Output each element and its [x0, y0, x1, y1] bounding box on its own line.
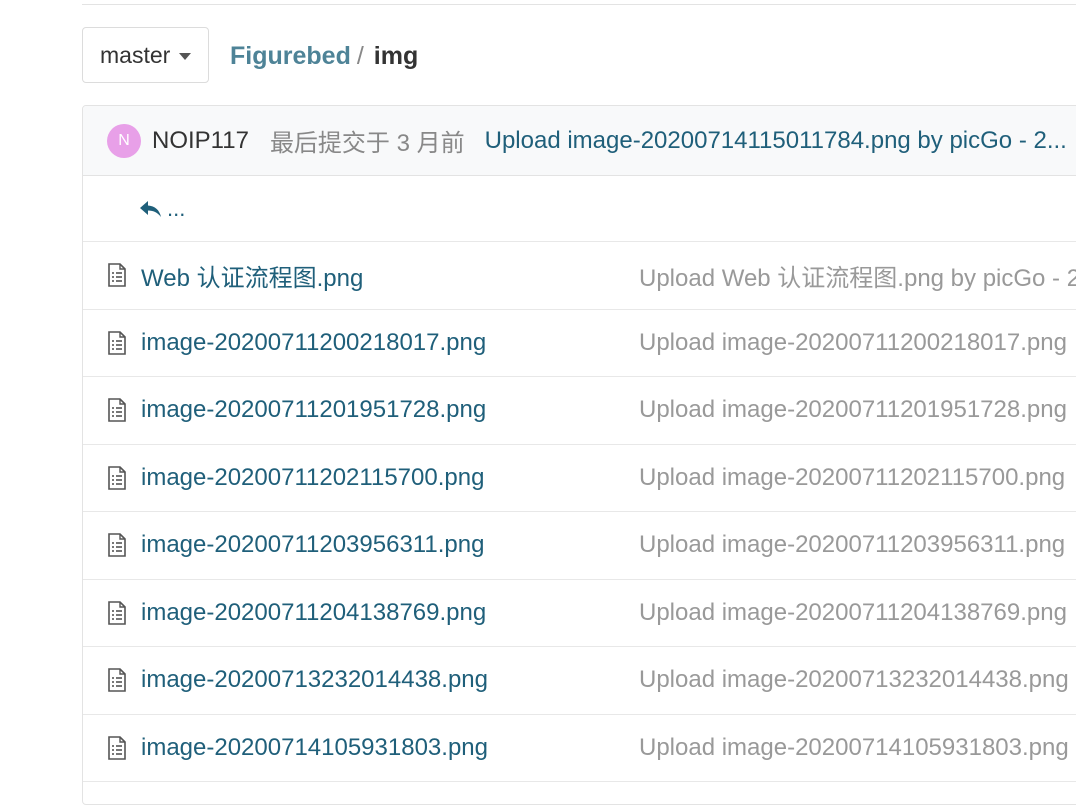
file-icon [108, 600, 126, 625]
branch-selector[interactable]: master [82, 27, 209, 83]
file-commit-message[interactable]: Upload image-20200711204138769.png [639, 599, 1067, 627]
file-name-link[interactable]: image-20200711204138769.png [141, 599, 486, 627]
file-icon [108, 533, 126, 558]
breadcrumb-current-dir: img [373, 42, 419, 70]
top-border [82, 0, 1076, 5]
caret-down-icon [179, 52, 192, 60]
avatar-letter: N [118, 131, 130, 149]
parent-directory-row[interactable]: ... [83, 176, 1076, 242]
file-name-link[interactable]: image-20200714105931803.png [141, 734, 488, 762]
file-icon [108, 330, 126, 355]
file-row[interactable]: image-20200711202115700.png Upload image… [83, 445, 1076, 512]
file-row[interactable]: image-20200713232014438.png Upload image… [83, 647, 1076, 715]
file-name-link[interactable]: image-20200711203956311.png [141, 531, 484, 559]
file-row[interactable]: image-20200711200218017.png Upload image… [83, 310, 1076, 377]
breadcrumb-repo-link[interactable]: Figurebed [230, 42, 351, 71]
file-commit-message[interactable]: Upload image-20200711201951728.png [639, 396, 1067, 424]
branch-label: master [100, 41, 171, 68]
breadcrumb: Figurebed / img [230, 42, 418, 71]
commit-author[interactable]: NOIP117 [152, 127, 249, 155]
parent-directory-link[interactable]: ... [139, 196, 185, 222]
file-commit-message[interactable]: Upload image-20200713232014438.png [639, 666, 1069, 694]
file-icon [108, 398, 126, 423]
file-row[interactable]: image-20200711201951728.png Upload image… [83, 377, 1076, 445]
file-commit-message[interactable]: Upload image-20200711200218017.png [639, 329, 1067, 357]
avatar[interactable]: N [107, 123, 141, 158]
file-row[interactable]: image-20200711204138769.png Upload image… [83, 580, 1076, 647]
file-icon [108, 465, 126, 490]
file-list: N NOIP117 最后提交于 3 月前 Upload image-202007… [82, 105, 1076, 805]
file-commit-message[interactable]: Upload image-20200711203956311.png [639, 531, 1065, 559]
breadcrumb-separator: / [356, 42, 364, 70]
file-icon [108, 263, 126, 288]
file-row[interactable]: Web 认证流程图.png Upload Web 认证流程图.png by pi… [83, 242, 1076, 310]
parent-directory-label: ... [167, 195, 186, 221]
file-name-link[interactable]: image-20200711200218017.png [141, 329, 486, 357]
file-icon [108, 668, 126, 693]
file-name-link[interactable]: image-20200711202115700.png [141, 464, 484, 492]
file-name-link[interactable]: image-20200713232014438.png [141, 666, 488, 694]
file-row[interactable]: image-20200711203956311.png Upload image… [83, 512, 1076, 580]
commit-time: 最后提交于 3 月前 [269, 130, 465, 157]
file-commit-message[interactable]: Upload image-20200714105931803.png [639, 734, 1069, 762]
file-name-link[interactable]: image-20200711201951728.png [141, 396, 486, 424]
file-row[interactable]: image-20200714105931803.png Upload image… [83, 715, 1076, 782]
latest-commit-bar: N NOIP117 最后提交于 3 月前 Upload image-202007… [83, 106, 1076, 176]
reply-arrow-icon [140, 200, 161, 217]
file-icon [108, 735, 126, 760]
file-name-link[interactable]: Web 认证流程图.png [141, 258, 363, 293]
commit-message-link[interactable]: Upload image-20200714115011784.png by pi… [485, 127, 1067, 155]
file-commit-message[interactable]: Upload image-20200711202115700.png [639, 464, 1065, 492]
file-commit-message[interactable]: Upload Web 认证流程图.png by picGo - 2 [639, 258, 1076, 293]
